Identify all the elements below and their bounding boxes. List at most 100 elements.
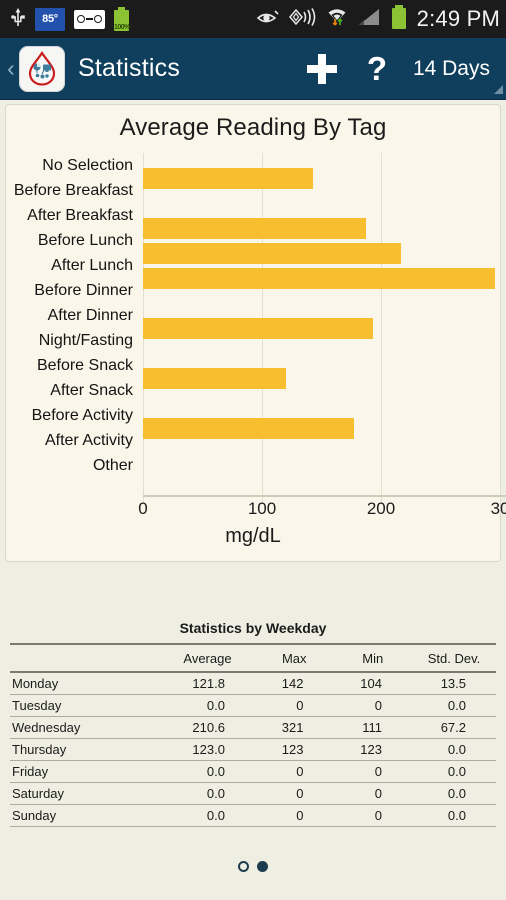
table-cell-average: 0.0 bbox=[160, 760, 255, 783]
chart-plot-area: No Selection Before Breakfast After Breakf… bbox=[6, 153, 506, 561]
table-cell-min: 0 bbox=[333, 760, 412, 783]
table-cell-min: 0 bbox=[333, 782, 412, 805]
chart-bar-row bbox=[143, 216, 506, 241]
table-cell-day: Monday bbox=[10, 672, 160, 695]
weekday-statistics-table: Average Max Min Std. Dev. Monday 121.8 142 104… bbox=[10, 643, 496, 827]
chevron-down-icon bbox=[494, 84, 503, 94]
chart-y-label: After Breakfast bbox=[27, 207, 133, 224]
table-cell-average: 0.0 bbox=[160, 694, 255, 717]
table-cell-std: 67.2 bbox=[411, 716, 496, 739]
table-row: Monday 121.8 142 104 13.5 bbox=[10, 672, 496, 695]
chart-bar bbox=[143, 168, 314, 189]
table-title: Statistics by Weekday bbox=[179, 620, 327, 636]
table-body: Monday 121.8 142 104 13.5 Tuesday 0.0 0 0 0.0 Wedn… bbox=[10, 672, 496, 827]
back-chevron-icon[interactable]: ‹ bbox=[4, 55, 18, 82]
chart-bar-row bbox=[143, 241, 506, 266]
chart-x-tick-label: 30 bbox=[490, 499, 506, 518]
table-cell-std: 0.0 bbox=[411, 738, 496, 761]
table-column-header: Max bbox=[254, 643, 334, 673]
table-cell-min: 0 bbox=[333, 804, 412, 827]
add-reading-button[interactable] bbox=[295, 53, 349, 84]
table-cell-day: Friday bbox=[10, 760, 160, 783]
chart-y-label: No Selection bbox=[42, 157, 133, 174]
chart-y-label: Before Breakfast bbox=[13, 182, 133, 199]
chart-bar-row bbox=[143, 341, 506, 366]
battery-small-icon: 100% bbox=[114, 7, 130, 31]
table-column-header bbox=[10, 643, 160, 673]
action-bar-actions: ? 14 Days bbox=[295, 52, 506, 94]
date-range-dropdown[interactable]: 14 Days bbox=[405, 56, 506, 94]
status-bar: 85° 100% 2:49 PM bbox=[0, 0, 506, 38]
help-button[interactable]: ? bbox=[349, 52, 405, 85]
table-cell-min: 104 bbox=[333, 672, 412, 695]
table-cell-average: 0.0 bbox=[160, 782, 255, 805]
chart-y-label: After Dinner bbox=[47, 307, 133, 324]
chart-card: Average Reading By Tag No Selection Befor… bbox=[5, 104, 506, 562]
table-cell-std: 0.0 bbox=[411, 760, 496, 783]
table-cell-day: Wednesday bbox=[10, 716, 160, 739]
chart-y-label: Before Dinner bbox=[34, 282, 133, 299]
table-row: Friday 0.0 0 0 0.0 bbox=[10, 760, 496, 783]
chart-x-axis-ticks: 0 100 200 30 bbox=[6, 499, 506, 523]
chart-y-label: Other bbox=[92, 457, 133, 474]
weekday-statistics-section: Statistics by Weekday Average Max Min Std. … bbox=[0, 570, 506, 827]
table-cell-average: 121.8 bbox=[160, 672, 255, 695]
chart-bar-row bbox=[143, 466, 506, 491]
status-clock: 2:49 PM bbox=[416, 6, 500, 31]
chart-y-label: After Activity bbox=[44, 432, 133, 449]
table-cell-max: 0 bbox=[254, 782, 334, 805]
table-cell-std: 0.0 bbox=[411, 782, 496, 805]
table-cell-max: 321 bbox=[254, 716, 334, 739]
action-bar: ‹ Statistics ? 14 Days bbox=[0, 38, 506, 100]
chart-bar-row bbox=[143, 191, 506, 216]
table-header-row: Average Max Min Std. Dev. bbox=[10, 643, 496, 673]
table-cell-day: Thursday bbox=[10, 738, 160, 761]
chart-bar bbox=[143, 243, 402, 264]
chart-x-axis-title: mg/dL bbox=[225, 525, 281, 547]
chart-y-label: Night/Fasting bbox=[38, 332, 133, 349]
chart-bar bbox=[143, 318, 373, 339]
table-cell-std: 0.0 bbox=[411, 804, 496, 827]
chart-bar-row bbox=[143, 291, 506, 316]
chart-bar-row bbox=[143, 416, 506, 441]
smart-stay-eye-icon bbox=[256, 8, 280, 31]
chart-bar bbox=[143, 368, 286, 389]
table-row: Thursday 123.0 123 123 0.0 bbox=[10, 738, 496, 761]
table-cell-day: Saturday bbox=[10, 782, 160, 805]
table-cell-max: 0 bbox=[254, 760, 334, 783]
chart-x-axis-line bbox=[143, 495, 506, 497]
table-cell-std: 13.5 bbox=[411, 672, 496, 695]
page-indicator-dot[interactable] bbox=[257, 861, 268, 872]
chart-bar-row bbox=[143, 441, 506, 466]
gps-location-icon bbox=[287, 7, 317, 32]
chart-bar-row bbox=[143, 316, 506, 341]
chart-y-axis-labels: No Selection Before Breakfast After Breakf… bbox=[6, 153, 139, 478]
status-bar-right: 2:49 PM bbox=[256, 4, 500, 35]
chart-bar-row bbox=[143, 391, 506, 416]
chart-bar-row bbox=[143, 366, 506, 391]
blood-drop-app-icon[interactable] bbox=[19, 45, 65, 92]
table-column-header: Std. Dev. bbox=[411, 643, 496, 673]
table-cell-min: 123 bbox=[333, 738, 412, 761]
page-indicator[interactable] bbox=[0, 861, 506, 872]
date-range-label: 14 Days bbox=[412, 56, 490, 80]
chart-title: Average Reading By Tag bbox=[119, 114, 387, 141]
page-indicator-dot[interactable] bbox=[238, 861, 249, 872]
chart-bar bbox=[143, 418, 354, 439]
chart-x-tick-label: 0 bbox=[138, 499, 148, 518]
table-cell-average: 210.6 bbox=[160, 716, 255, 739]
table-column-header: Min bbox=[333, 643, 412, 673]
chart-x-tick-label: 100 bbox=[247, 499, 277, 518]
temperature-badge: 85° bbox=[35, 7, 65, 31]
chart-bar-row bbox=[143, 166, 506, 191]
status-bar-left: 85° 100% bbox=[10, 6, 130, 33]
chart-bars bbox=[143, 166, 506, 491]
table-cell-max: 142 bbox=[254, 672, 334, 695]
table-cell-max: 0 bbox=[254, 804, 334, 827]
table-cell-day: Tuesday bbox=[10, 694, 160, 717]
page-title: Statistics bbox=[78, 54, 181, 82]
chart-y-label: Before Lunch bbox=[37, 232, 133, 249]
chart-bar-row bbox=[143, 266, 506, 291]
table-cell-max: 0 bbox=[254, 694, 334, 717]
table-cell-average: 0.0 bbox=[160, 804, 255, 827]
